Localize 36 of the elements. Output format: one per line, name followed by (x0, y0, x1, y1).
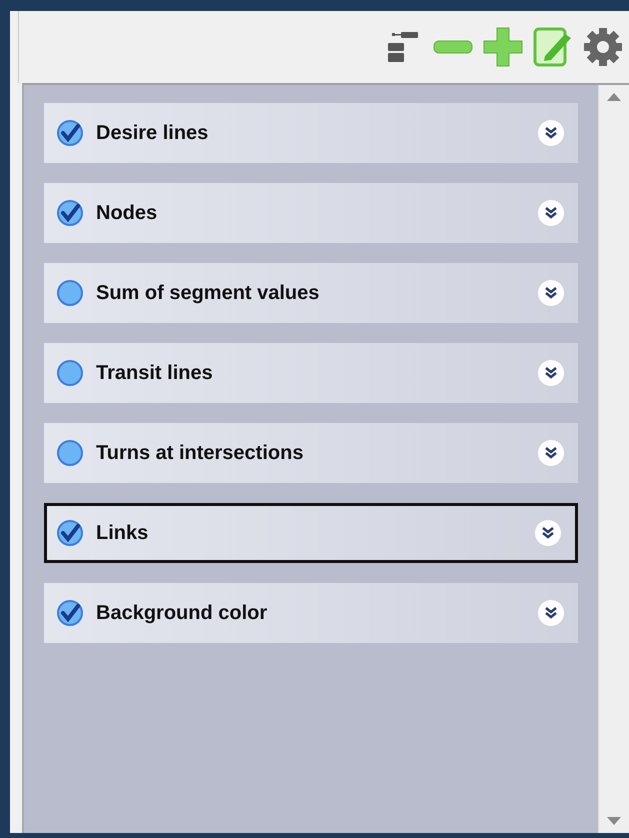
layer-label: Nodes (96, 202, 158, 224)
layer-row[interactable]: Nodes (44, 183, 578, 243)
expand-icon[interactable] (538, 440, 564, 466)
checked-circle-icon[interactable] (56, 119, 84, 147)
layer-label: Turns at intersections (96, 442, 304, 464)
layer-label: Desire lines (96, 122, 210, 144)
layer-row[interactable]: Turns at intersections (44, 423, 578, 483)
layer-row[interactable]: Transit lines (44, 343, 578, 403)
expand-icon[interactable] (538, 120, 564, 146)
layer-label: Transit lines (96, 362, 214, 384)
circle-icon[interactable] (56, 439, 84, 467)
checked-circle-icon[interactable] (56, 599, 84, 627)
expand-icon[interactable] (538, 360, 564, 386)
layer-label: Sum of segment values (96, 282, 320, 304)
plus-icon (483, 27, 523, 67)
layer-label: Background color (96, 602, 268, 624)
layer-row[interactable]: Links (44, 503, 578, 563)
expand-icon[interactable] (538, 200, 564, 226)
scroll-up-icon[interactable] (607, 93, 621, 101)
checked-circle-icon[interactable] (56, 199, 84, 227)
minus-icon (433, 40, 473, 54)
expand-icon[interactable] (535, 520, 561, 546)
circle-icon[interactable] (56, 279, 84, 307)
settings-icon (583, 27, 623, 67)
scroll-down-icon[interactable] (607, 817, 621, 825)
expand-icon[interactable] (538, 280, 564, 306)
layer-row[interactable]: Background color (44, 583, 578, 643)
checked-circle-icon[interactable] (56, 519, 84, 547)
circle-icon[interactable] (56, 359, 84, 387)
edit-icon (533, 26, 573, 68)
collapse-all-icon (386, 29, 420, 65)
layer-row[interactable]: Desire lines (44, 103, 578, 163)
layer-row[interactable]: Sum of segment values (44, 263, 578, 323)
expand-icon[interactable] (538, 600, 564, 626)
settings-button[interactable] (583, 26, 623, 68)
layer-label: Links (96, 522, 150, 544)
